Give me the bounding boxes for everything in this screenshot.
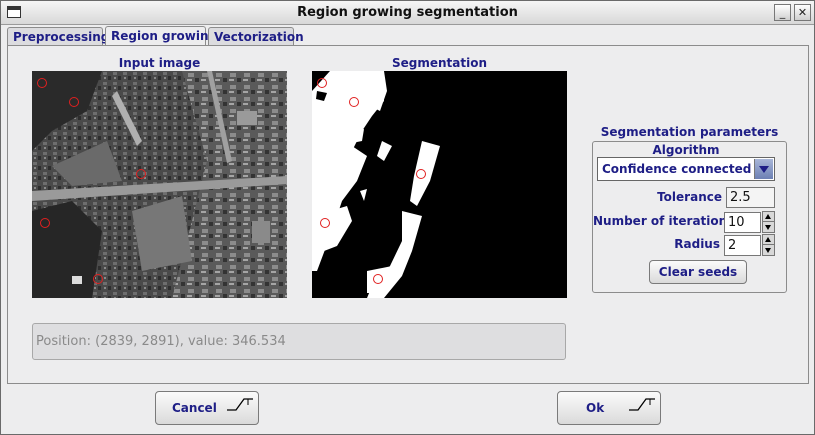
main-window: Region growing segmentation _ ✕ Preproce… — [0, 0, 815, 435]
segmentation-image[interactable] — [312, 71, 567, 298]
tab-vectorization[interactable]: Vectorization — [208, 27, 304, 46]
seed-marker[interactable] — [136, 169, 146, 179]
seed-marker[interactable] — [349, 97, 359, 107]
clear-seeds-button[interactable]: Clear seeds — [649, 260, 747, 284]
tab-panel: Input image Segmentation Position: (2839… — [7, 45, 809, 384]
chevron-down-icon[interactable] — [754, 159, 773, 179]
iterations-label: Number of iterations — [593, 214, 735, 228]
ok-button[interactable]: Ok — [557, 391, 661, 425]
title-bar[interactable]: Region growing segmentation _ ✕ — [1, 1, 814, 25]
window-title: Region growing segmentation — [297, 5, 518, 20]
seed-marker[interactable] — [40, 218, 50, 228]
tab-region-growing[interactable]: Region growing — [105, 26, 217, 47]
input-image[interactable] — [32, 71, 287, 298]
seed-marker[interactable] — [320, 218, 330, 228]
radius-label: Radius — [674, 237, 720, 251]
step-icon — [227, 398, 253, 411]
arrow-up-icon[interactable] — [763, 212, 774, 222]
close-button[interactable]: ✕ — [794, 4, 811, 21]
arrow-down-icon[interactable] — [763, 223, 774, 233]
tolerance-label: Tolerance — [657, 190, 722, 204]
tab-preprocessing[interactable]: Preprocessing — [7, 27, 109, 46]
algorithm-select[interactable]: Confidence connected — [597, 157, 775, 181]
tolerance-field[interactable]: 2.5 — [726, 187, 775, 208]
segmentation-caption: Segmentation — [391, 56, 488, 70]
seed-marker[interactable] — [373, 274, 383, 284]
seed-marker[interactable] — [69, 97, 79, 107]
cancel-label: Cancel — [172, 401, 217, 415]
clear-seeds-label: Clear seeds — [658, 265, 738, 279]
seed-marker[interactable] — [93, 274, 103, 284]
arrow-down-icon[interactable] — [763, 246, 774, 256]
iterations-stepper[interactable] — [762, 211, 775, 233]
radius-stepper[interactable] — [762, 234, 775, 256]
params-group-title: Segmentation parameters — [600, 125, 779, 139]
algorithm-value: Confidence connected — [602, 162, 752, 176]
arrow-up-icon[interactable] — [763, 235, 774, 245]
iterations-field[interactable]: 10 — [724, 212, 761, 233]
algorithm-label: Algorithm — [652, 143, 720, 157]
seed-marker[interactable] — [416, 169, 426, 179]
input-image-caption: Input image — [118, 56, 201, 70]
step-icon — [629, 398, 655, 411]
cancel-button[interactable]: Cancel — [155, 391, 259, 425]
seed-marker[interactable] — [37, 78, 47, 88]
position-readout: Position: (2839, 2891), value: 346.534 — [32, 323, 566, 360]
ok-label: Ok — [586, 401, 605, 415]
minimize-button[interactable]: _ — [774, 4, 791, 21]
radius-field[interactable]: 2 — [724, 235, 761, 256]
seed-marker[interactable] — [317, 78, 327, 88]
